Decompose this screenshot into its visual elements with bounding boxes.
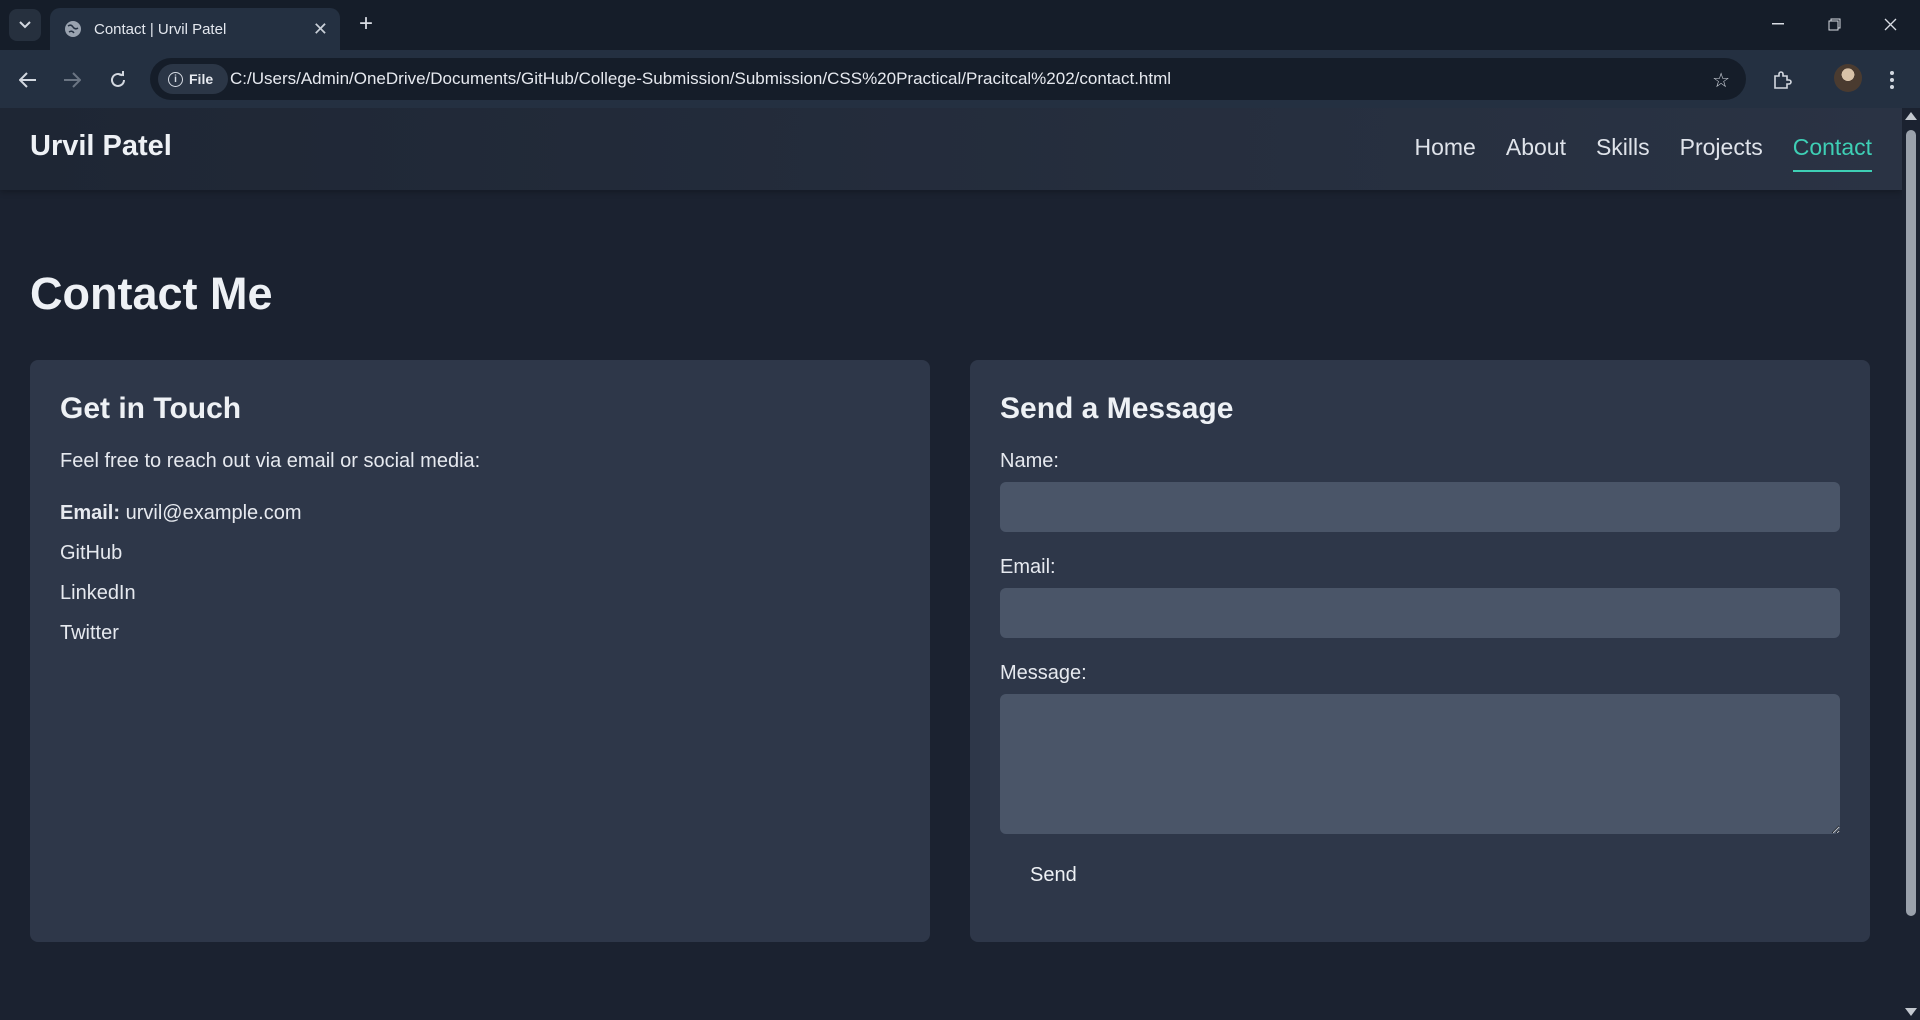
scrollbar-thumb[interactable] xyxy=(1906,130,1916,916)
address-bar[interactable]: i File C:/Users/Admin/OneDrive/Documents… xyxy=(150,58,1746,100)
send-message-card: Send a Message Name: Email: Message: Sen… xyxy=(970,360,1870,942)
name-input[interactable] xyxy=(1000,482,1840,532)
main-nav: Home About Skills Projects Contact xyxy=(1415,108,1873,190)
file-label: File xyxy=(189,71,214,87)
email-value: urvil@example.com xyxy=(125,502,302,524)
message-label: Message: xyxy=(1000,662,1087,684)
back-arrow-icon[interactable] xyxy=(14,66,42,94)
nav-projects[interactable]: Projects xyxy=(1680,134,1763,165)
send-message-heading: Send a Message xyxy=(1000,392,1234,425)
bookmark-star-icon[interactable]: ☆ xyxy=(1712,68,1730,93)
reload-icon[interactable] xyxy=(104,66,132,94)
profile-avatar[interactable] xyxy=(1834,64,1862,92)
get-in-touch-card: Get in Touch Feel free to reach out via … xyxy=(30,360,930,942)
twitter-link[interactable]: Twitter xyxy=(60,619,900,659)
linkedin-link[interactable]: LinkedIn xyxy=(60,579,900,619)
scroll-up-arrow-icon[interactable] xyxy=(1905,112,1917,120)
contact-intro: Feel free to reach out via email or soci… xyxy=(60,450,481,472)
name-label: Name: xyxy=(1000,450,1059,472)
email-input[interactable] xyxy=(1000,588,1840,638)
minimize-icon[interactable] xyxy=(1750,0,1806,48)
site-brand[interactable]: Urvil Patel xyxy=(30,130,172,163)
url-text[interactable]: C:/Users/Admin/OneDrive/Documents/GitHub… xyxy=(230,58,1171,100)
site-header: Urvil Patel Home About Skills Projects C… xyxy=(0,108,1902,190)
restore-icon[interactable] xyxy=(1806,0,1862,48)
page-viewport: Urvil Patel Home About Skills Projects C… xyxy=(0,108,1902,1020)
new-tab-plus-icon[interactable]: + xyxy=(352,10,380,38)
page-title: Contact Me xyxy=(30,268,273,319)
email-field-label: Email: xyxy=(1000,556,1056,578)
extensions-puzzle-icon[interactable] xyxy=(1766,64,1798,96)
nav-skills[interactable]: Skills xyxy=(1596,134,1650,165)
send-button[interactable]: Send xyxy=(1000,854,1107,897)
github-link[interactable]: GitHub xyxy=(60,539,900,579)
menu-kebab-icon[interactable] xyxy=(1876,64,1908,96)
tab-title: Contact | Urvil Patel xyxy=(94,20,227,38)
nav-about[interactable]: About xyxy=(1506,134,1566,165)
close-window-icon[interactable] xyxy=(1862,0,1918,48)
get-in-touch-heading: Get in Touch xyxy=(60,392,242,425)
globe-icon xyxy=(65,21,81,37)
nav-home[interactable]: Home xyxy=(1415,134,1476,165)
message-textarea[interactable] xyxy=(1000,694,1840,834)
scroll-down-arrow-icon[interactable] xyxy=(1905,1008,1917,1016)
site-info-chip[interactable]: i File xyxy=(158,64,228,94)
email-label: Email: xyxy=(60,502,121,524)
forward-arrow-icon[interactable] xyxy=(58,66,86,94)
nav-contact[interactable]: Contact xyxy=(1792,134,1873,172)
tab-close-icon[interactable]: ✕ xyxy=(313,19,328,40)
page-scrollbar[interactable] xyxy=(1902,108,1920,1020)
info-icon: i xyxy=(168,71,183,87)
browser-tabstrip: Contact | Urvil Patel ✕ + xyxy=(0,0,1920,50)
tab-search-chevron-icon[interactable] xyxy=(9,9,41,41)
browser-tab[interactable]: Contact | Urvil Patel ✕ xyxy=(50,8,340,50)
email-line: Email: urvil@example.com xyxy=(60,499,900,539)
browser-toolbar: i File C:/Users/Admin/OneDrive/Documents… xyxy=(0,50,1920,108)
